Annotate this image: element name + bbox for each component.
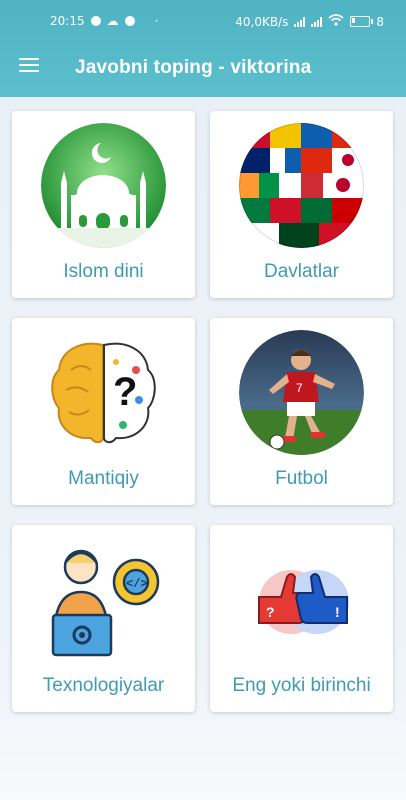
battery-icon — [350, 16, 374, 27]
status-bar: 20:15 ☁ · 40,0KB/s 8 — [0, 0, 406, 40]
signal-4g-icon — [311, 16, 323, 27]
category-card-eng-yoki-birinchi[interactable]: ? ! Eng yoki birinchi — [210, 525, 393, 712]
svg-text:?: ? — [113, 370, 137, 414]
category-card-texnologiyalar[interactable]: </> Texnologiyalar — [12, 525, 195, 712]
thumbs-vote-icon: ? ! — [239, 537, 364, 662]
brain-icon: ? — [41, 330, 166, 455]
flags-globe-icon — [239, 123, 364, 248]
wifi-icon — [328, 14, 344, 29]
dot-icon: · — [154, 14, 159, 28]
svg-text:?: ? — [266, 604, 275, 620]
category-card-davlatlar[interactable]: Davlatlar — [210, 111, 393, 298]
mosque-icon — [41, 123, 166, 248]
category-label: Texnologiyalar — [42, 675, 165, 696]
signal-icon — [294, 16, 306, 27]
cloud-icon: ☁ — [106, 14, 119, 28]
category-card-mantiqiy[interactable]: ? Mantiqiy — [12, 318, 195, 505]
category-card-futbol[interactable]: 7 Futbol — [210, 318, 393, 505]
category-card-islom-dini[interactable]: Islom dini — [12, 111, 195, 298]
category-label: Davlatlar — [264, 261, 339, 282]
category-label: Futbol — [275, 468, 328, 489]
app-header: 20:15 ☁ · 40,0KB/s 8 Javobni toping - vi… — [0, 0, 406, 97]
svg-text:</>: </> — [126, 577, 148, 591]
category-label: Eng yoki birinchi — [232, 675, 371, 696]
hamburger-menu-icon[interactable] — [19, 58, 39, 74]
category-label: Islom dini — [63, 261, 144, 282]
svg-text:!: ! — [335, 604, 340, 620]
category-label: Mantiqiy — [68, 468, 139, 489]
status-time: 20:15 — [50, 14, 85, 28]
battery-percent: 8 — [376, 14, 384, 29]
football-player-icon: 7 — [239, 330, 364, 455]
notification-icon — [124, 16, 135, 26]
notification-icon — [90, 16, 101, 26]
network-speed: 40,0KB/s — [235, 14, 289, 29]
svg-text:7: 7 — [296, 381, 303, 395]
programmer-icon: </> — [41, 537, 166, 662]
page-title: Javobni toping - viktorina — [75, 57, 312, 78]
